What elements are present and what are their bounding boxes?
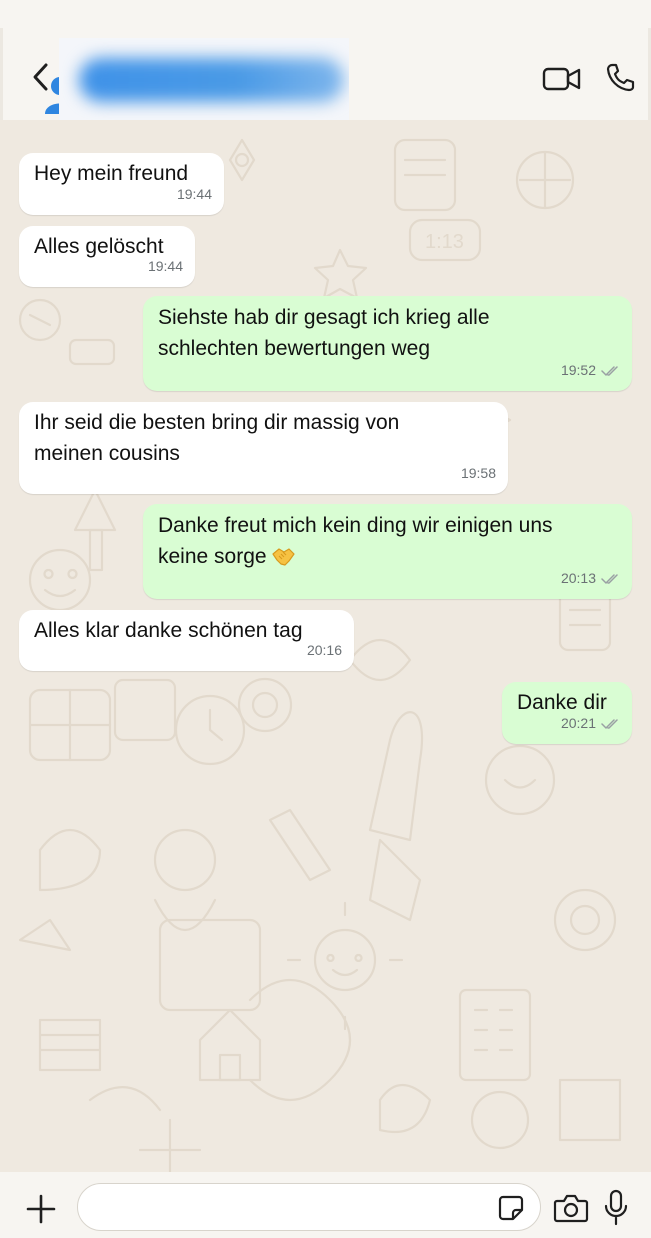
message-meta: 19:44 — [148, 251, 183, 282]
message-text: Ihr seid die besten bring dir massig von… — [34, 411, 400, 465]
message-bubble-outgoing[interactable]: Danke freut mich kein ding wir einigen u… — [143, 504, 632, 599]
message-text-content: Danke freut mich kein ding wir einigen u… — [158, 514, 553, 568]
message-bubble-incoming[interactable]: Alles klar danke schönen tag 20:16 — [19, 610, 354, 671]
phone-icon[interactable] — [605, 62, 635, 92]
message-time: 19:52 — [560, 362, 596, 378]
message-input[interactable] — [77, 1183, 541, 1231]
message-bubble-outgoing[interactable]: Danke dir 20:21 — [502, 682, 632, 744]
redaction-blur — [79, 58, 344, 102]
message-text: Danke freut mich kein ding wir einigen u… — [158, 510, 617, 572]
message-time: 19:44 — [176, 186, 212, 202]
video-camera-icon[interactable] — [542, 66, 582, 92]
svg-text:1:13: 1:13 — [425, 231, 464, 253]
contact-name-redacted[interactable] — [59, 38, 349, 122]
chat-header — [0, 28, 651, 122]
message-meta: 20:13 — [561, 563, 620, 594]
message-time: 19:44 — [147, 258, 183, 274]
double-check-icon — [601, 365, 618, 376]
message-list[interactable]: 1:13 Hey mein freund 19:44 Alles gelösch… — [0, 120, 651, 1172]
message-bubble-incoming[interactable]: Ihr seid die besten bring dir massig von… — [19, 402, 508, 494]
message-meta: 19:58 — [461, 458, 496, 489]
chat-screen: 1:13 Hey mein freund 19:44 Alles gelösch… — [0, 0, 651, 1238]
message-time: 20:21 — [560, 715, 596, 731]
message-bubble-incoming[interactable]: Hey mein freund 19:44 — [19, 153, 224, 215]
message-meta: 20:21 — [561, 708, 620, 739]
message-bubble-incoming[interactable]: Alles gelöscht 19:44 — [19, 226, 195, 287]
message-text: Alles klar danke schönen tag — [34, 619, 303, 642]
double-check-icon — [601, 573, 618, 584]
message-bubble-outgoing[interactable]: Siehste hab dir gesagt ich krieg alle sc… — [143, 296, 632, 391]
double-check-icon — [601, 718, 618, 729]
composer-bar — [0, 1172, 651, 1238]
message-text: Siehste hab dir gesagt ich krieg alle sc… — [158, 306, 490, 360]
message-time: 20:16 — [306, 642, 342, 658]
message-meta: 20:16 — [307, 635, 342, 666]
status-bar — [0, 0, 651, 28]
message-time: 19:58 — [460, 465, 496, 481]
plus-icon[interactable] — [24, 1192, 58, 1226]
camera-icon[interactable] — [553, 1193, 589, 1223]
message-meta: 19:44 — [177, 179, 212, 210]
handshake-emoji — [271, 548, 295, 566]
microphone-icon[interactable] — [603, 1189, 629, 1227]
sticker-icon[interactable] — [497, 1194, 525, 1222]
message-time: 20:13 — [560, 570, 596, 586]
message-meta: 19:52 — [561, 355, 620, 386]
